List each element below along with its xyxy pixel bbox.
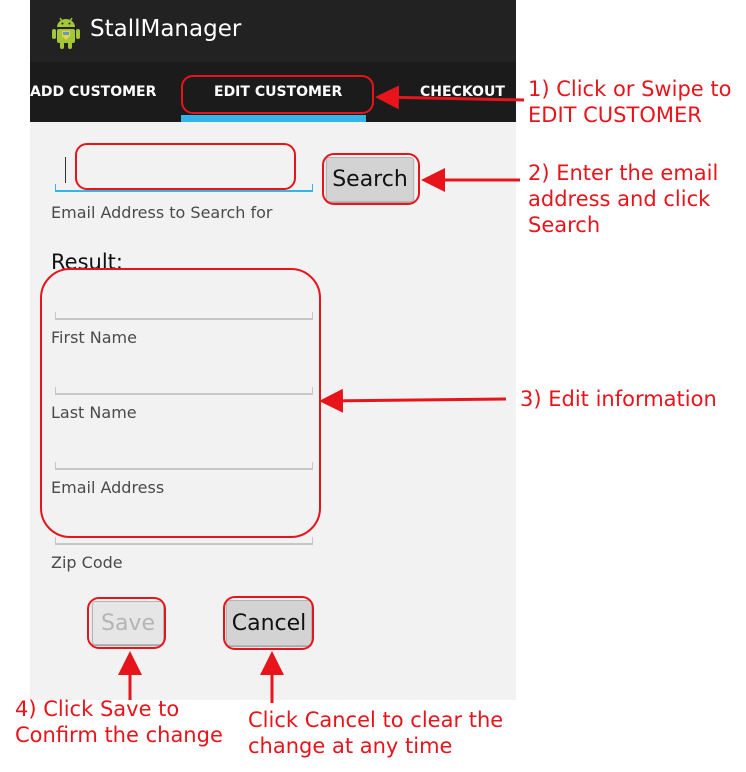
step1-arrow <box>375 85 525 110</box>
step3-annotation: 3) Edit information <box>520 387 717 411</box>
cancel-annotation: Click Cancel to clear the change at any … <box>248 708 504 758</box>
step3-arrow <box>319 388 507 413</box>
step2-annotation: 2) Enter the email address and click Sea… <box>528 161 719 237</box>
step4-annotation: 4) Click Save to Confirm the change <box>15 697 223 747</box>
step1-annotation: 1) Click or Swipe to EDIT CUSTOMER <box>528 77 732 127</box>
